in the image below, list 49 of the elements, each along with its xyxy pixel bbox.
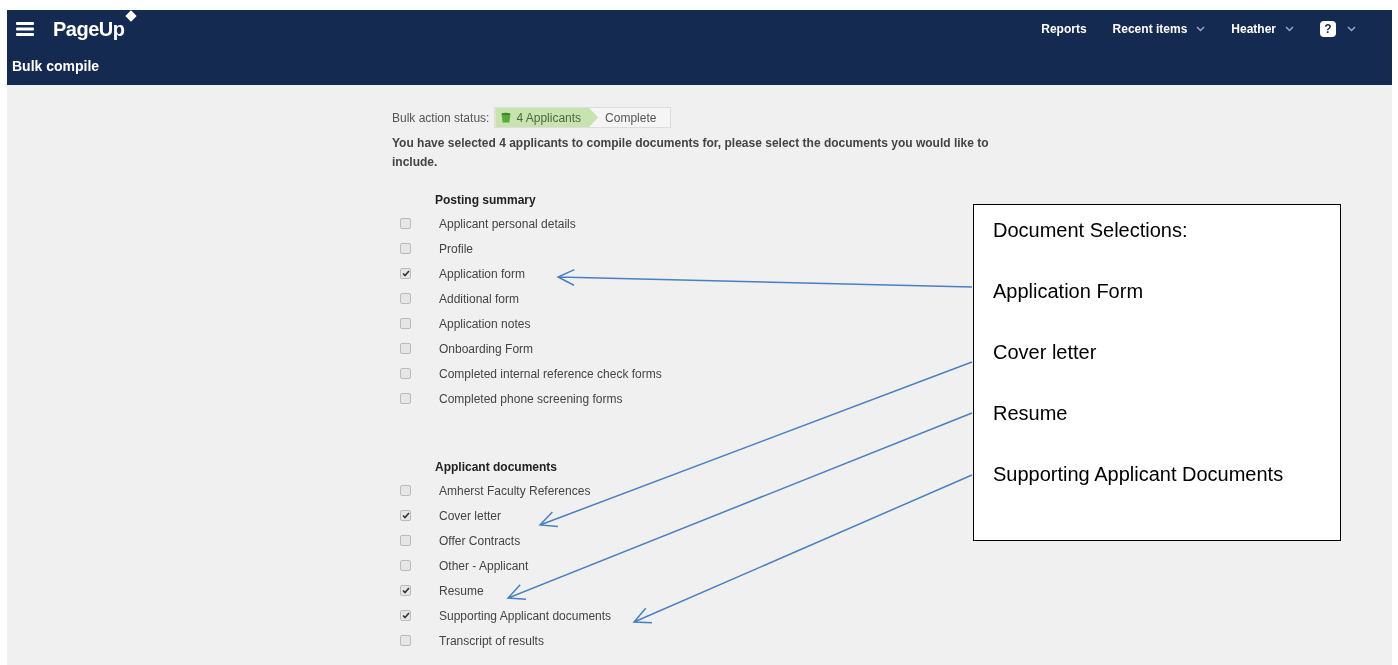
status-step: Complete	[598, 108, 671, 127]
nav-link[interactable]: Heather	[1231, 20, 1276, 38]
checkbox-label: Onboarding Form	[439, 340, 534, 358]
checkbox-label: Amherst Faculty References	[439, 482, 591, 500]
checkbox-label: Transcript of results	[439, 632, 544, 650]
checkbox-label: Cover letter	[439, 507, 502, 525]
checkbox[interactable]	[400, 635, 411, 646]
checkbox[interactable]	[400, 393, 411, 404]
chevron-icon	[1347, 26, 1356, 32]
checkbox[interactable]	[400, 585, 411, 596]
section-heading: Applicant documents	[435, 459, 557, 476]
callout-item: Resume	[993, 401, 1068, 426]
checkbox-label: Additional form	[439, 290, 520, 308]
intro-text: You have selected 4 applicants to compile documents for, please select the documents you would like to include.	[392, 135, 990, 171]
checkbox[interactable]	[400, 368, 411, 379]
checkbox[interactable]	[400, 560, 411, 571]
checkbox[interactable]	[400, 610, 411, 621]
callout-item: Supporting Applicant Documents	[993, 462, 1284, 487]
checkbox[interactable]	[400, 510, 411, 521]
checkbox[interactable]	[400, 535, 411, 546]
checkbox[interactable]	[400, 218, 411, 229]
checkbox[interactable]	[400, 243, 411, 254]
checkbox-label: Other - Applicant	[439, 557, 529, 575]
checkbox[interactable]	[400, 485, 411, 496]
checkbox-label: Resume	[439, 582, 484, 600]
checkbox-label: Completed internal reference check forms	[439, 365, 662, 383]
status-label: Bulk action status:	[392, 109, 490, 127]
page-title: Bulk compile	[12, 57, 100, 76]
callout-item: Application Form	[993, 279, 1144, 304]
nav-link[interactable]: Reports	[1041, 20, 1087, 38]
callout-title: Document Selections:	[993, 218, 1189, 243]
checkbox[interactable]	[400, 268, 411, 279]
checkbox-label: Profile	[439, 240, 473, 258]
checkbox-label: Supporting Applicant documents	[439, 607, 612, 625]
section-heading: Posting summary	[435, 192, 536, 209]
checkbox-label: Applicant personal details	[439, 215, 576, 233]
checkbox-label: Application notes	[439, 315, 531, 333]
checkbox[interactable]	[400, 293, 411, 304]
checkbox-label: Completed phone screening forms	[439, 390, 623, 408]
status-step: 4 Applicants	[495, 108, 599, 127]
bucket-icon	[501, 112, 512, 123]
callout-item: Cover letter	[993, 340, 1097, 365]
checkbox-label: Application form	[439, 265, 526, 283]
help-button[interactable]: ?	[1320, 21, 1336, 37]
nav-link[interactable]: Recent items	[1112, 20, 1188, 38]
menu-icon[interactable]	[16, 22, 34, 36]
checkbox[interactable]	[400, 318, 411, 329]
checkbox-label: Offer Contracts	[439, 532, 521, 550]
checkbox[interactable]	[400, 343, 411, 354]
